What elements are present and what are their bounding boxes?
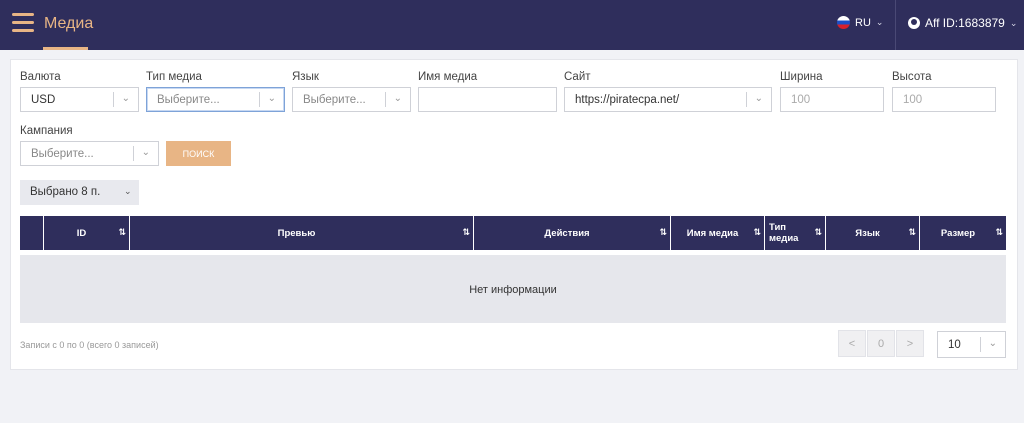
column-header-media-type[interactable]: Тип медиа ⇅	[765, 216, 826, 250]
language-selector[interactable]: RU ⌄	[837, 16, 883, 29]
page-title: Медиа	[44, 15, 94, 32]
chevron-down-icon: ⌄	[988, 338, 997, 349]
sort-icon: ⇅	[118, 227, 126, 237]
column-label: ID	[76, 228, 87, 239]
media-type-label: Тип медиа	[146, 71, 202, 83]
search-button[interactable]: ПОИСК	[166, 141, 231, 166]
column-label: Действия	[544, 228, 590, 239]
sort-icon: ⇅	[814, 227, 822, 237]
current-page[interactable]: 0	[867, 330, 895, 357]
media-name-input[interactable]	[418, 87, 557, 112]
prev-page-button[interactable]: <	[838, 330, 866, 357]
media-type-placeholder: Выберите...	[157, 94, 220, 106]
column-label: Язык	[855, 228, 880, 239]
select-divider	[113, 92, 114, 107]
currency-select[interactable]: USD ⌄	[20, 87, 139, 112]
language-placeholder: Выберите...	[303, 94, 366, 106]
column-label: Тип медиа	[769, 222, 799, 244]
next-page-button[interactable]: >	[896, 330, 924, 357]
width-input[interactable]: 100	[780, 87, 884, 112]
top-navbar: Медиа RU ⌄ Aff ID:1683879 ⌄	[0, 0, 1024, 50]
campaign-select[interactable]: Выберите... ⌄	[20, 141, 159, 166]
chevron-down-icon: ⌄	[141, 147, 150, 158]
chevron-down-icon: ⌄	[393, 93, 402, 104]
currency-value: USD	[31, 94, 56, 106]
language-filter-label: Язык	[292, 71, 319, 83]
select-divider	[133, 146, 134, 161]
table-header: ID ⇅ Превью ⇅ Действия ⇅ Имя медиа ⇅ Тип…	[20, 216, 1006, 250]
column-visibility-button[interactable]: Выбрано 8 п. ⌄	[20, 180, 139, 205]
width-label: Ширина	[780, 71, 823, 83]
menu-icon[interactable]	[12, 13, 34, 33]
user-menu[interactable]: Aff ID:1683879 ⌄	[908, 16, 1017, 30]
navbar-divider	[895, 0, 896, 50]
column-label: Имя медиа	[686, 228, 739, 239]
language-select[interactable]: Выберите... ⌄	[292, 87, 411, 112]
column-header-media-name[interactable]: Имя медиа ⇅	[671, 216, 765, 250]
chevron-down-icon: ⌄	[267, 93, 276, 104]
pagination: < 0 >	[838, 330, 925, 357]
active-tab-indicator	[43, 47, 88, 50]
chevron-down-icon: ⌄	[754, 93, 763, 104]
selected-columns-label: Выбрано 8 п.	[30, 186, 101, 198]
column-header-language[interactable]: Язык ⇅	[826, 216, 920, 250]
sort-icon: ⇅	[995, 227, 1003, 237]
column-header-checkbox	[20, 216, 44, 250]
select-divider	[385, 92, 386, 107]
width-placeholder: 100	[791, 94, 811, 106]
media-name-label: Имя медиа	[418, 71, 478, 83]
user-icon	[908, 17, 920, 29]
site-select[interactable]: https://piratecpa.net/ ⌄	[564, 87, 772, 112]
chevron-down-icon: ⌄	[875, 17, 884, 27]
campaign-label: Кампания	[20, 125, 73, 137]
sort-icon: ⇅	[462, 227, 470, 237]
campaign-placeholder: Выберите...	[31, 148, 94, 160]
column-header-preview[interactable]: Превью ⇅	[130, 216, 474, 250]
select-divider	[980, 337, 981, 352]
russian-flag-icon	[837, 16, 850, 29]
chevron-down-icon: ⌄	[1009, 17, 1018, 28]
currency-label: Валюта	[20, 71, 61, 83]
sort-icon: ⇅	[753, 227, 761, 237]
empty-table-message: Нет информации	[469, 284, 557, 296]
site-value: https://piratecpa.net/	[575, 94, 680, 106]
user-id-label: Aff ID:1683879	[925, 16, 1005, 30]
table-body: Нет информации	[20, 255, 1006, 323]
height-placeholder: 100	[903, 94, 923, 106]
language-label: RU	[855, 16, 871, 29]
select-divider	[259, 92, 260, 107]
column-header-actions[interactable]: Действия ⇅	[474, 216, 671, 250]
media-type-select[interactable]: Выберите... ⌄	[146, 87, 285, 112]
column-header-size[interactable]: Размер ⇅	[920, 216, 1006, 250]
sort-icon: ⇅	[908, 227, 916, 237]
column-label: Размер	[940, 228, 976, 239]
page-size-select[interactable]: 10 ⌄	[937, 331, 1006, 358]
height-label: Высота	[892, 71, 932, 83]
sort-icon: ⇅	[659, 227, 667, 237]
page-size-value: 10	[948, 339, 961, 351]
column-label: Превью	[277, 228, 316, 239]
select-divider	[746, 92, 747, 107]
site-label: Сайт	[564, 71, 591, 83]
records-info: Записи с 0 по 0 (всего 0 записей)	[20, 340, 159, 350]
chevron-down-icon: ⌄	[124, 186, 132, 196]
column-header-id[interactable]: ID ⇅	[44, 216, 130, 250]
height-input[interactable]: 100	[892, 87, 996, 112]
chevron-down-icon: ⌄	[121, 93, 130, 104]
